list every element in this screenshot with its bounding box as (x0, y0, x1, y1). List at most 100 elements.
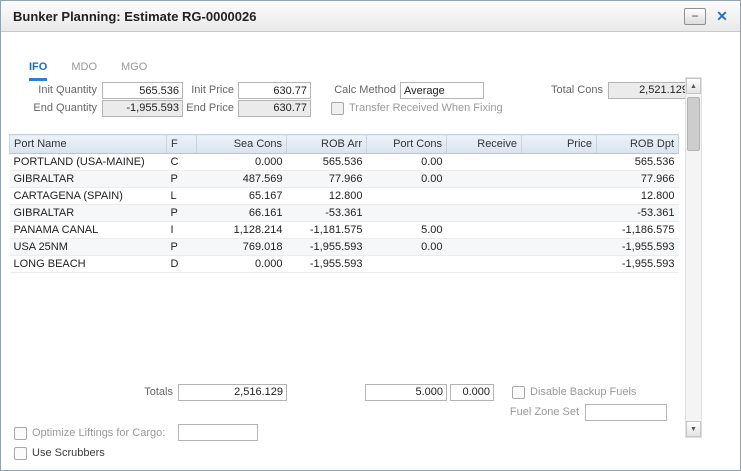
table-cell: 0.00 (367, 171, 447, 188)
tab-mdo[interactable]: MDO (71, 61, 97, 81)
table-cell: -1,955.593 (287, 256, 367, 273)
end-quantity-label: End Quantity (9, 100, 97, 117)
table-cell: GIBRALTAR (10, 205, 167, 222)
table-cell: PORTLAND (USA-MAINE) (10, 154, 167, 171)
table-cell (522, 256, 597, 273)
transfer-received-checkbox[interactable] (331, 102, 344, 115)
table-cell (447, 188, 522, 205)
column-header-port-cons[interactable]: Port Cons (367, 135, 447, 154)
totals-receive-field: 0.000 (450, 384, 494, 401)
use-scrubbers-label: Use Scrubbers (32, 446, 105, 461)
table-row[interactable]: PORTLAND (USA-MAINE)C0.000565.5360.00565… (10, 154, 679, 171)
titlebar: Bunker Planning: Estimate RG-0000026 − ✕ (1, 1, 740, 32)
end-price-label: End Price (181, 100, 234, 117)
window-controls: − ✕ (684, 8, 731, 25)
table-cell: 66.161 (197, 205, 287, 222)
init-price-label: Init Price (181, 82, 234, 99)
table-header-row: Port Name F Sea Cons ROB Arr Port Cons R… (10, 135, 679, 154)
table-cell: LONG BEACH (10, 256, 167, 273)
optimize-liftings-input[interactable] (178, 424, 258, 441)
bunker-planning-dialog: Bunker Planning: Estimate RG-0000026 − ✕… (0, 0, 741, 471)
totals-port-cons-field: 5.000 (365, 384, 447, 401)
vertical-scrollbar[interactable]: ▲ ▼ (685, 77, 702, 438)
disable-backup-fuels-checkbox[interactable] (512, 386, 525, 399)
tab-mgo[interactable]: MGO (121, 61, 147, 81)
table-cell: P (167, 239, 197, 256)
table-cell: I (167, 222, 197, 239)
table-row[interactable]: PANAMA CANALI1,128.214-1,181.5755.00-1,1… (10, 222, 679, 239)
table-cell (447, 256, 522, 273)
table-cell: 0.000 (197, 256, 287, 273)
table-cell (447, 154, 522, 171)
fuel-zone-set-input[interactable] (585, 404, 667, 421)
column-header-f[interactable]: F (167, 135, 197, 154)
table-cell (522, 154, 597, 171)
disable-backup-fuels-label: Disable Backup Fuels (530, 385, 636, 400)
table-cell: 12.800 (287, 188, 367, 205)
table-cell: P (167, 205, 197, 222)
table-cell (447, 171, 522, 188)
totals-sea-cons-field: 2,516.129 (178, 384, 287, 401)
use-scrubbers-checkbox[interactable] (14, 447, 27, 460)
end-price-field: 630.77 (238, 100, 311, 117)
column-header-rob-dpt[interactable]: ROB Dpt (597, 135, 679, 154)
table-cell: -1,186.575 (597, 222, 679, 239)
total-cons-field: 2,521.129 (608, 82, 692, 99)
table-cell (447, 222, 522, 239)
minimize-button[interactable]: − (684, 8, 706, 25)
total-cons-label: Total Cons (539, 82, 603, 99)
table-row[interactable]: LONG BEACHD0.000-1,955.593-1,955.593 (10, 256, 679, 273)
init-quantity-input[interactable] (102, 82, 183, 99)
table-cell: 769.018 (197, 239, 287, 256)
column-header-sea-cons[interactable]: Sea Cons (197, 135, 287, 154)
table-cell: 0.00 (367, 154, 447, 171)
table-cell (522, 239, 597, 256)
init-price-input[interactable] (238, 82, 311, 99)
table-row[interactable]: USA 25NMP769.018-1,955.5930.00-1,955.593 (10, 239, 679, 256)
close-button[interactable]: ✕ (713, 8, 731, 25)
column-header-port-name[interactable]: Port Name (10, 135, 167, 154)
table-cell: 77.966 (287, 171, 367, 188)
tab-ifo[interactable]: IFO (29, 61, 47, 81)
scroll-down-icon[interactable]: ▼ (686, 421, 701, 437)
table-cell: USA 25NM (10, 239, 167, 256)
table-cell: 0.00 (367, 239, 447, 256)
table-body: PORTLAND (USA-MAINE)C0.000565.5360.00565… (10, 154, 679, 273)
table-cell: P (167, 171, 197, 188)
table-cell: GIBRALTAR (10, 171, 167, 188)
table-row[interactable]: GIBRALTARP66.161-53.361-53.361 (10, 205, 679, 222)
table-cell (367, 256, 447, 273)
table-cell (367, 188, 447, 205)
scroll-up-icon[interactable]: ▲ (686, 78, 701, 94)
column-header-price[interactable]: Price (522, 135, 597, 154)
transfer-received-label: Transfer Received When Fixing (349, 101, 503, 116)
table-cell (522, 222, 597, 239)
calc-method-label: Calc Method (326, 82, 396, 99)
bunker-ports-table: Port Name F Sea Cons ROB Arr Port Cons R… (9, 134, 679, 273)
table-cell: -1,955.593 (597, 256, 679, 273)
optimize-liftings-checkbox[interactable] (14, 427, 27, 440)
calc-method-input[interactable] (400, 82, 484, 99)
end-quantity-field: -1,955.593 (102, 100, 183, 117)
table-cell: D (167, 256, 197, 273)
table-cell: 0.000 (197, 154, 287, 171)
table-cell: C (167, 154, 197, 171)
table-cell: L (167, 188, 197, 205)
table-cell (522, 188, 597, 205)
table-row[interactable]: GIBRALTARP487.56977.9660.0077.966 (10, 171, 679, 188)
column-header-receive[interactable]: Receive (447, 135, 522, 154)
table-cell: 77.966 (597, 171, 679, 188)
table-cell: 12.800 (597, 188, 679, 205)
table-cell: 65.167 (197, 188, 287, 205)
fuel-zone-set-label: Fuel Zone Set (496, 404, 579, 421)
scrollbar-thumb[interactable] (687, 97, 700, 151)
table-cell (522, 171, 597, 188)
table-cell: 565.536 (287, 154, 367, 171)
column-header-rob-arr[interactable]: ROB Arr (287, 135, 367, 154)
window-title: Bunker Planning: Estimate RG-0000026 (1, 9, 256, 24)
totals-label: Totals (91, 384, 173, 401)
table-cell (522, 205, 597, 222)
table-cell: 5.00 (367, 222, 447, 239)
fuel-type-tabs: IFO MDO MGO (29, 61, 147, 81)
table-row[interactable]: CARTAGENA (SPAIN)L65.16712.80012.800 (10, 188, 679, 205)
